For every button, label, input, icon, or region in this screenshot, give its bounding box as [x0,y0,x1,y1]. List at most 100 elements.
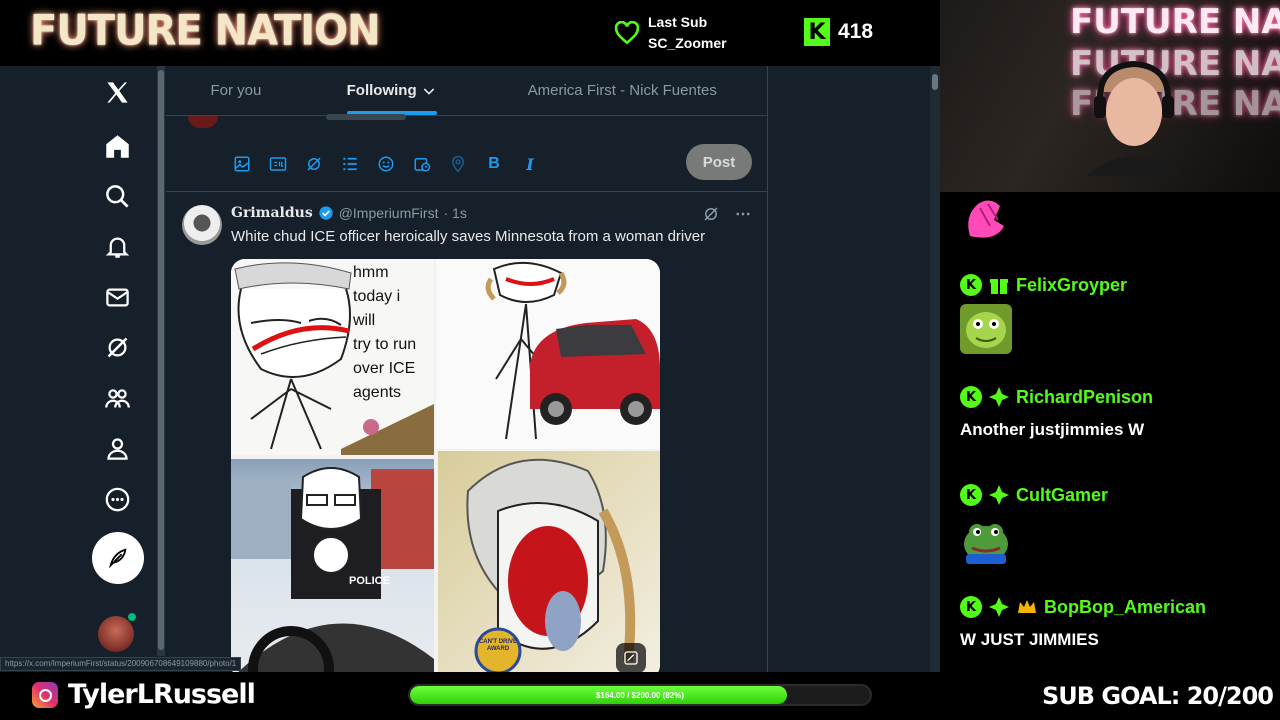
grok-icon[interactable] [98,328,136,366]
tab-following[interactable]: Following [306,66,478,115]
tweet-header: Grimaldus @ImperiumFirst · 1s [231,205,467,221]
emoji-icon[interactable] [374,152,398,176]
kick-badge-icon: K [960,596,982,618]
instagram-icon [32,682,58,708]
chat-text: Another justjimmies W [960,420,1145,439]
profile-icon[interactable] [98,429,136,467]
meme-caption: hmm today i will try to run over ICE age… [353,261,416,405]
x-logo-icon[interactable] [98,73,136,111]
italic-icon[interactable]: I [518,152,542,176]
link-status-bar: https://x.com/ImperiumFirst/status/20090… [0,657,242,671]
tab-for-you[interactable]: For you [166,66,306,115]
meme-panel-3: POLICE [231,459,434,672]
tweet-text: White chud ICE officer heroically saves … [231,228,706,245]
webcam-feed: FUTURE NATION FUTURE NATION FUTURE NATIO… [940,0,1280,192]
tab-list[interactable]: America First - Nick Fuentes [477,66,767,115]
pink-hand-emote [968,200,1004,238]
sparkle-badge-icon [989,597,1009,617]
author-name[interactable]: Grimaldus [231,205,313,221]
chat-message [960,196,1010,249]
grok-icon[interactable] [702,205,720,223]
stream-bottom-bar: TylerLRussell $164.00 / $200.00 (82%) SU… [0,672,1280,720]
sparkle-badge-icon [989,387,1009,407]
meme-line: over ICE [353,360,416,377]
chat-username[interactable]: RichardPenison [1016,387,1153,408]
kick-logo-icon: K [804,18,830,46]
bold-icon[interactable]: B [482,152,506,176]
more-options-icon[interactable] [734,205,752,223]
meme-line: hmm [353,264,389,281]
search-icon[interactable] [98,177,136,215]
kick-badge-icon: K [960,274,982,296]
composer-input-edge[interactable] [326,114,406,120]
mail-icon[interactable] [98,278,136,316]
tweet-actions [702,205,752,223]
meme-line: today i [353,288,401,305]
scrollbar-thumb[interactable] [932,74,938,90]
account-avatar[interactable] [98,616,134,652]
communities-icon[interactable] [98,379,136,417]
sidebar-scrollbar[interactable] [157,66,165,656]
tweet[interactable]: Grimaldus @ImperiumFirst · 1s White chud… [166,193,768,672]
chat-username[interactable]: CultGamer [1016,485,1108,506]
tweet-author-avatar[interactable] [182,205,222,245]
author-handle[interactable]: @ImperiumFirst [339,205,439,221]
meme-line: agents [353,384,402,401]
gif-icon[interactable] [266,152,290,176]
future-nation-logo: FUTURE NATION [30,6,381,56]
home-icon[interactable] [98,127,136,165]
meme-panel-1: hmm today i will try to run over ICE age… [231,259,434,455]
viewer-count: 418 [838,20,874,43]
kick-badge-icon: K [960,484,982,506]
last-sub-widget: Last Sub SC_Zoomer [614,12,727,54]
timeline: For you Following America First - Nick F… [166,66,768,672]
chat-message: K CultGamer [960,484,1108,569]
tab-label: For you [210,82,262,99]
stream-top-bar: FUTURE NATION Last Sub SC_Zoomer K 418 [0,0,940,66]
last-sub-user: SC_Zoomer [648,35,727,51]
timeline-tabs: For you Following America First - Nick F… [166,66,767,116]
feather-icon [108,548,127,569]
image-edit-icon[interactable] [616,643,646,672]
neon-sign: FUTURE NATION [1070,2,1280,42]
chat-message: K BopBop_American W JUST JIMMIES [960,596,1206,650]
sparkle-badge-icon [989,485,1009,505]
gift-icon [990,279,1008,294]
verified-badge-icon [319,206,333,220]
grok-icon[interactable] [302,152,326,176]
scrollbar-thumb[interactable] [158,70,164,650]
meme-panel-4: CAN'T DRIVE AWARD [438,451,660,672]
car-drawing [485,261,660,440]
donation-goal-bar: $164.00 / $200.00 (82%) [408,684,872,706]
tweet-time[interactable]: · 1s [443,205,466,221]
chat-username[interactable]: BopBop_American [1044,597,1206,618]
award-badge-text: CAN'T DRIVE AWARD [478,639,518,652]
tweet-media[interactable]: hmm today i will try to run over ICE age… [231,259,660,672]
pepe-emote [964,524,1008,564]
more-icon[interactable] [98,480,136,518]
post-button[interactable]: Post [686,144,752,180]
crashed-driver-drawing [466,458,636,672]
green-face-emote [960,304,1012,354]
main-scrollbar[interactable] [930,66,940,672]
poll-icon[interactable] [338,152,362,176]
composer-avatar [188,116,218,128]
composer-toolbar: B I [230,152,542,176]
schedule-icon[interactable] [410,152,434,176]
meme-line: try to run [353,336,417,353]
sub-goal: SUB GOAL: 20/200 [1042,682,1274,710]
sidebar-nav [0,66,160,672]
meme-line: will [353,312,376,329]
location-icon[interactable] [446,152,470,176]
compose-post-button[interactable] [92,532,144,584]
last-sub-label: Last Sub [648,14,708,30]
kick-badge-icon: K [960,386,982,408]
kick-viewer-count: K 418 [804,18,873,46]
instagram-handle: TylerLRussell [68,679,256,710]
bell-icon[interactable] [98,227,136,265]
streamer-silhouette [1086,60,1182,176]
chat-text: W JUST JIMMIES [960,630,1099,649]
chat-username[interactable]: FelixGroyper [1016,275,1127,296]
post-composer: B I Post [166,114,768,192]
image-icon[interactable] [230,152,254,176]
